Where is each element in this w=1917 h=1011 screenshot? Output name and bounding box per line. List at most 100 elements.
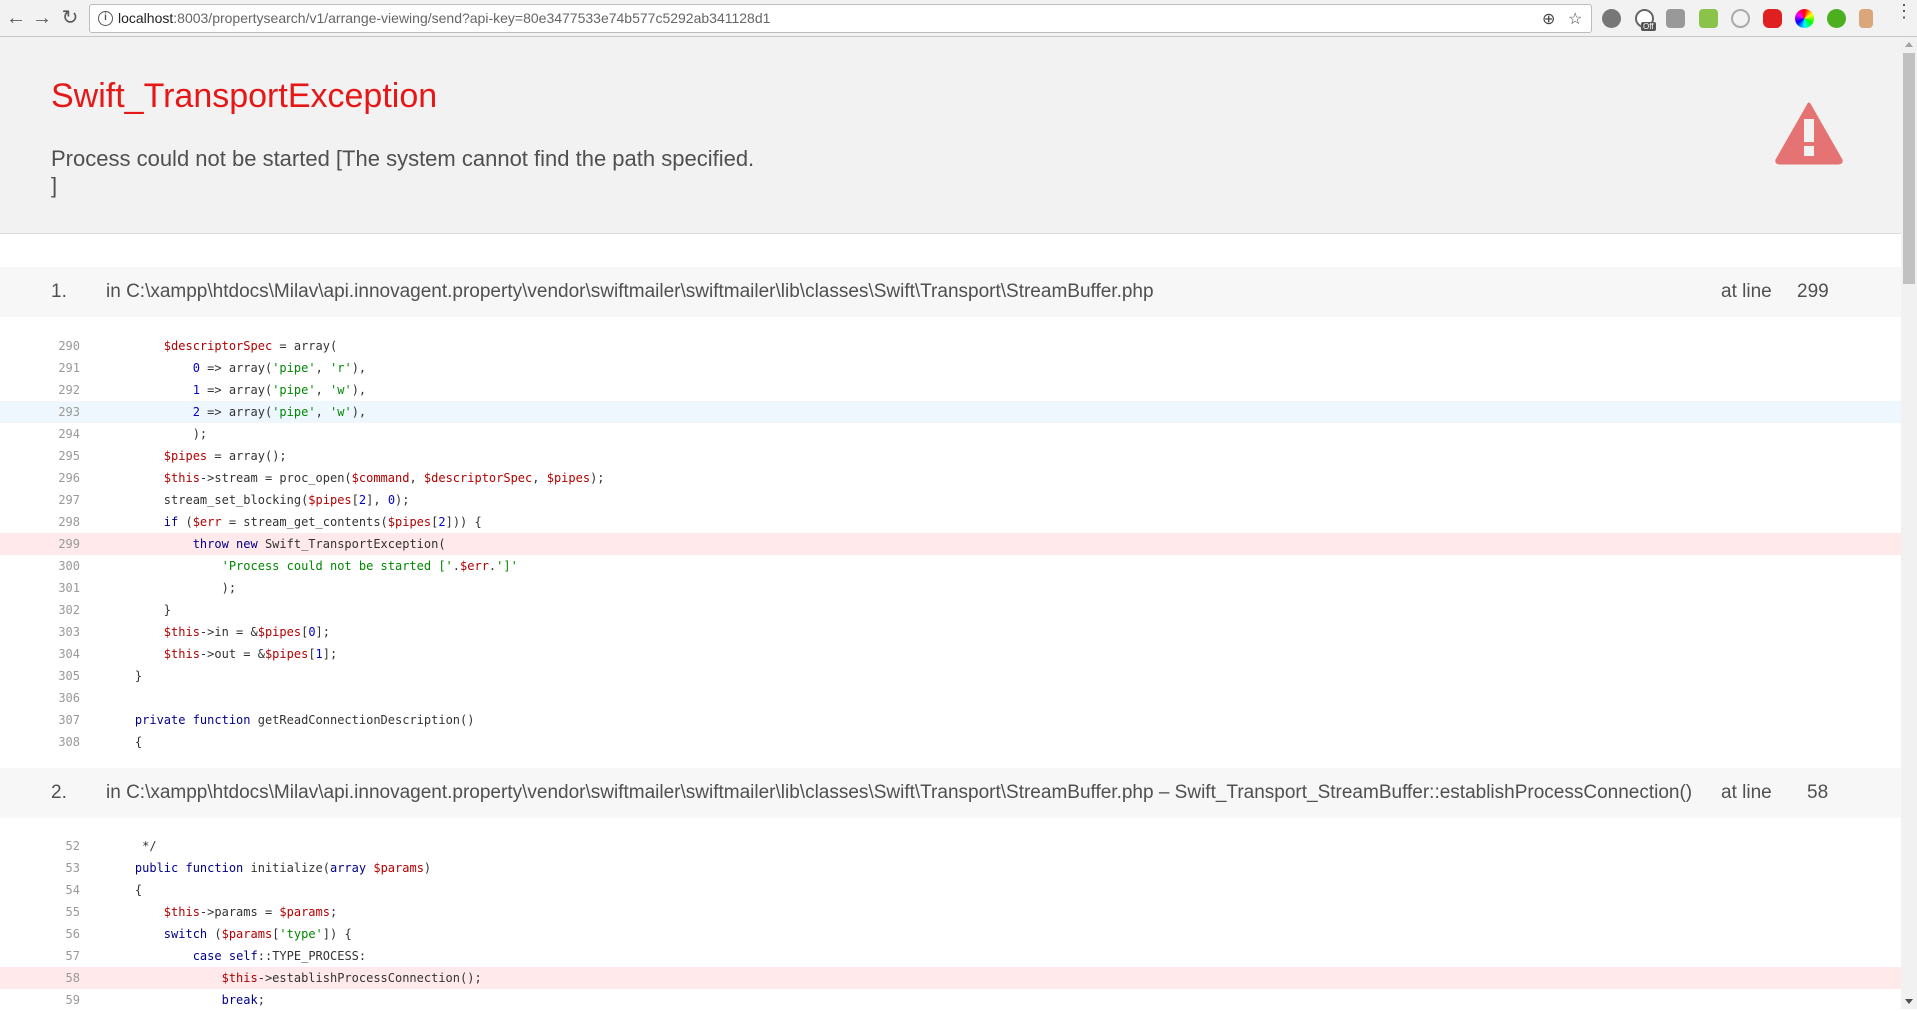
signpost-extension-icon[interactable] bbox=[1859, 9, 1873, 28]
line-number: 58 bbox=[65, 971, 80, 985]
line-number: 294 bbox=[58, 427, 80, 441]
code-token: $params bbox=[279, 905, 330, 919]
vertical-scrollbar[interactable] bbox=[1901, 37, 1917, 1009]
line-number: 299 bbox=[58, 537, 80, 551]
code-token: 'w' bbox=[330, 405, 352, 419]
stack-frame-header[interactable]: 1. in C:\xampp\htdocs\Milav\api.innovagen… bbox=[0, 267, 1901, 317]
code-token: getReadConnectionDescription() bbox=[250, 713, 475, 727]
line-number: 303 bbox=[58, 625, 80, 639]
gear-extension-icon[interactable] bbox=[1602, 9, 1621, 28]
code-token: stream_set_blocking( bbox=[106, 493, 309, 507]
url-host: localhost bbox=[118, 10, 174, 26]
zoom-icon[interactable]: ⊕ bbox=[1542, 9, 1555, 29]
code-token: $descriptorSpec bbox=[423, 471, 533, 485]
code-token: ); bbox=[106, 427, 208, 441]
code-text: 'Process could not be started ['.$err.']… bbox=[106, 555, 518, 577]
code-line: 308 { bbox=[0, 731, 1901, 753]
scroll-down-arrow[interactable] bbox=[1905, 999, 1913, 1004]
back-button[interactable]: ← bbox=[4, 6, 28, 30]
code-token: $this bbox=[163, 625, 200, 639]
line-number: 292 bbox=[58, 383, 80, 397]
code-token: private function bbox=[134, 713, 251, 727]
code-token: $params bbox=[221, 927, 273, 941]
reload-button[interactable]: ↻ bbox=[58, 6, 82, 30]
url-text[interactable]: localhost:8003/propertysearch/v1/arrange… bbox=[118, 10, 770, 26]
code-text: { bbox=[106, 879, 142, 901]
code-text: $this->stream = proc_open($command, $des… bbox=[106, 467, 605, 489]
code-line: 304 $this->out = &$pipes[1]; bbox=[0, 643, 1901, 665]
adblock-extension-icon[interactable] bbox=[1763, 9, 1782, 28]
code-token: ->in = & bbox=[199, 625, 258, 639]
code-token: ]; bbox=[315, 625, 330, 639]
bug-extension-icon[interactable] bbox=[1827, 9, 1846, 28]
code-token: 'r' bbox=[330, 361, 352, 375]
code-token: 1 bbox=[192, 383, 200, 397]
stack-frame-header[interactable]: 2. in C:\xampp\htdocs\Milav\api.innovagen… bbox=[0, 768, 1901, 818]
code-line: 292 1 => array('pipe', 'w'), bbox=[0, 379, 1901, 401]
code-token: = bbox=[207, 449, 229, 463]
color-picker-extension-icon[interactable] bbox=[1795, 9, 1814, 28]
code-token: , bbox=[532, 471, 547, 485]
code-token: $pipes bbox=[257, 625, 302, 639]
scroll-up-arrow[interactable] bbox=[1905, 42, 1913, 47]
browser-menu-icon[interactable]: ⋮ bbox=[1895, 2, 1913, 20]
green-extension-icon[interactable] bbox=[1699, 9, 1718, 28]
forward-button[interactable]: → bbox=[30, 6, 54, 30]
code-line: 295 $pipes = array(); bbox=[0, 445, 1901, 467]
code-token: , bbox=[315, 383, 331, 397]
code-token: */ bbox=[106, 839, 157, 853]
warning-icon bbox=[1775, 102, 1843, 165]
address-bar[interactable]: i localhost:8003/propertysearch/v1/arran… bbox=[89, 4, 1592, 33]
code-token: $params bbox=[373, 861, 424, 875]
code-token: 1 bbox=[315, 647, 323, 661]
django-extension-icon[interactable] bbox=[1666, 9, 1685, 28]
line-number: 305 bbox=[58, 669, 80, 683]
frame-file-path: in C:\xampp\htdocs\Milav\api.innovagent.… bbox=[106, 782, 1693, 803]
code-text: break; bbox=[106, 989, 265, 1011]
code-token: , bbox=[409, 471, 424, 485]
bookmark-star-icon[interactable]: ☆ bbox=[1568, 9, 1582, 29]
line-number: 52 bbox=[65, 839, 80, 853]
code-line: 298 if ($err = stream_get_contents($pipe… bbox=[0, 511, 1901, 533]
line-number: 59 bbox=[65, 993, 80, 1007]
code-snippet: 290 $descriptorSpec = array(291 0 => arr… bbox=[0, 335, 1901, 753]
exception-message: Process could not be started [The system… bbox=[51, 146, 755, 198]
code-line: 290 $descriptorSpec = array( bbox=[0, 335, 1901, 357]
code-token: array( bbox=[228, 405, 273, 419]
line-number: 293 bbox=[58, 405, 80, 419]
code-token: self bbox=[228, 949, 258, 963]
code-text: $this->establishProcessConnection(); bbox=[106, 967, 482, 989]
scrollbar-thumb[interactable] bbox=[1903, 53, 1915, 284]
code-token: 'pipe' bbox=[272, 405, 316, 419]
code-token: } bbox=[106, 603, 172, 617]
code-line: 291 0 => array('pipe', 'r'), bbox=[0, 357, 1901, 379]
info-icon[interactable]: i bbox=[98, 11, 113, 26]
line-number: 291 bbox=[58, 361, 80, 375]
line-number: 304 bbox=[58, 647, 80, 661]
code-text: $descriptorSpec = array( bbox=[106, 335, 337, 357]
circle-extension-icon[interactable] bbox=[1731, 9, 1750, 28]
code-token: ]; bbox=[322, 647, 338, 661]
code-token: $this bbox=[163, 905, 200, 919]
code-token: 2 bbox=[438, 515, 446, 529]
frame-file-path: in C:\xampp\htdocs\Milav\api.innovagent.… bbox=[106, 281, 1154, 302]
code-token: case bbox=[192, 949, 222, 963]
code-token: . bbox=[452, 559, 461, 573]
code-token: = bbox=[272, 339, 294, 353]
code-token: 2 bbox=[192, 405, 200, 419]
code-token: } bbox=[106, 669, 143, 683]
code-line: 302 } bbox=[0, 599, 1901, 621]
code-token: $pipes bbox=[163, 449, 208, 463]
code-line: 305 } bbox=[0, 665, 1901, 687]
code-token: throw new bbox=[192, 537, 258, 551]
code-token: ; bbox=[329, 905, 338, 919]
code-line: 300 'Process could not be started ['.$er… bbox=[0, 555, 1901, 577]
code-token: ->establishProcessConnection(); bbox=[257, 971, 482, 985]
